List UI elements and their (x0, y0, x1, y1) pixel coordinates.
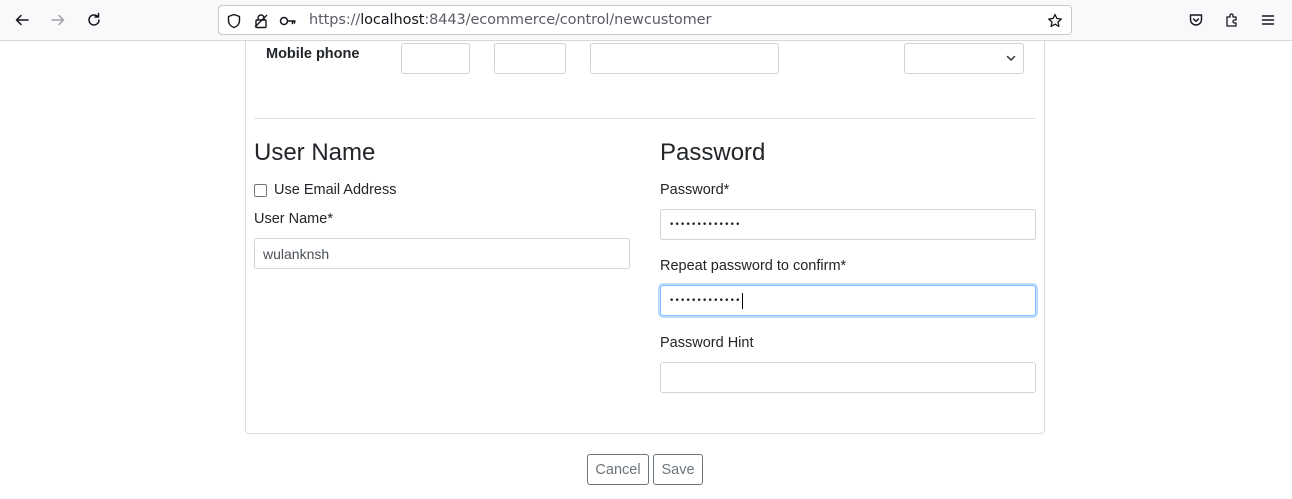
save-button[interactable]: Save (653, 454, 703, 485)
text-caret (741, 292, 743, 309)
confirm-password-value: ••••••••••••• (669, 295, 741, 306)
password-input[interactable]: ••••••••••••• (660, 209, 1036, 240)
forward-icon (51, 14, 65, 26)
lock-icon[interactable] (252, 12, 270, 30)
url-bar[interactable]: https://localhost:8443/ecommerce/control… (218, 5, 1072, 35)
chevron-down-icon (1006, 55, 1016, 61)
username-section-title: User Name (254, 139, 376, 166)
phone-country-code-input[interactable] (401, 43, 470, 74)
password-hint-input[interactable] (660, 362, 1036, 393)
section-divider (254, 118, 1036, 119)
password-value: ••••••••••••• (669, 219, 741, 230)
url-text[interactable]: https://localhost:8443/ecommerce/control… (309, 12, 711, 28)
pocket-icon (1189, 14, 1203, 26)
password-hint-label: Password Hint (660, 335, 754, 351)
password-section-title: Password (660, 139, 766, 166)
menu-icon (1261, 15, 1275, 25)
key-icon[interactable] (279, 12, 297, 30)
menu-button[interactable] (1254, 6, 1282, 34)
phone-number-input[interactable] (590, 43, 779, 74)
reload-button[interactable] (80, 6, 108, 34)
username-input[interactable]: wulanknsh (254, 238, 630, 269)
confirm-password-input[interactable]: ••••••••••••• (660, 285, 1036, 316)
browser-toolbar: https://localhost:8443/ecommerce/control… (0, 0, 1292, 41)
extensions-icon (1226, 13, 1237, 27)
username-value: wulanknsh (263, 245, 330, 262)
forward-button[interactable] (44, 6, 72, 34)
star-icon[interactable] (1046, 12, 1064, 30)
confirm-password-label: Repeat password to confirm* (660, 258, 847, 274)
phone-area-code-input[interactable] (494, 43, 566, 74)
back-button[interactable] (8, 6, 36, 34)
phone-solicitation-select[interactable] (904, 43, 1024, 74)
password-label: Password* (660, 182, 730, 198)
cancel-button[interactable]: Cancel (587, 454, 649, 485)
shield-icon[interactable] (225, 12, 243, 30)
use-email-checkbox[interactable] (254, 184, 267, 197)
username-label: User Name* (254, 211, 333, 227)
extensions-button[interactable] (1218, 6, 1246, 34)
reload-icon (88, 12, 100, 26)
back-icon (15, 14, 29, 26)
use-email-label: Use Email Address (274, 182, 397, 198)
pocket-button[interactable] (1182, 6, 1210, 34)
mobile-phone-label: Mobile phone (266, 46, 360, 62)
